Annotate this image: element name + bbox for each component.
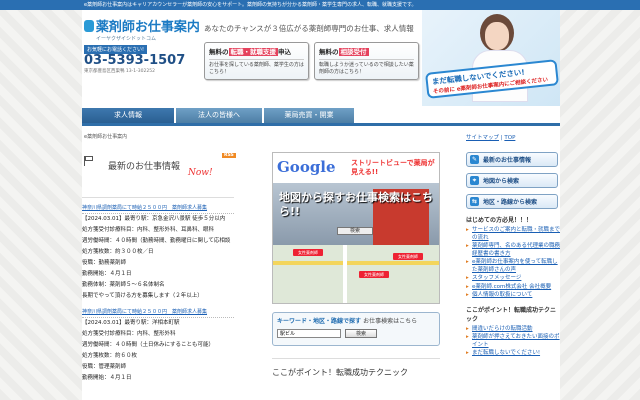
job-item: 神奈川県調剤薬局にて時給２５００円 薬剤師求人募集 【2024.03.01】最寄…	[82, 204, 234, 302]
job-detail: 勤務開始：４月１日	[82, 375, 132, 381]
tab-jobs[interactable]: 求人情報	[82, 108, 174, 123]
support-apply-desc: お仕事を探している薬剤師、薬学生の方はこちら！	[209, 59, 304, 76]
job-title-link[interactable]: 神奈川県調剤薬局にて時給２５００円 薬剤師求人募集	[82, 308, 234, 318]
consult-title: 無料の 相談受付	[319, 48, 369, 56]
sidebar: ✎ 最新のお仕事情報 ⌖ 地図から検索 ⇆ 地区・路線から検索 はじめての方必見！！！…	[466, 152, 560, 400]
consult-desc: 転職しようか迷っているので相談したい薬剤師の方はこちら！	[319, 59, 414, 76]
person-face	[485, 22, 509, 50]
map-road	[273, 261, 439, 265]
job-detail: 役職：管理薬剤師	[82, 364, 127, 370]
technique-links: 間違いだらけの転職活動 薬剤師が押さえておきたい面接のポイント まだ転職しないで…	[466, 326, 560, 358]
google-logo: Google	[277, 158, 336, 176]
job-detail: 【2024.03.01】最寄り駅：洋相本町駅	[82, 320, 180, 326]
decor-right	[560, 10, 640, 400]
job-detail: 処方箋枚数：約６０枚	[82, 353, 138, 359]
job-title-link[interactable]: 神奈川県調剤薬局にて時給２５００円 薬剤師求人募集	[82, 204, 234, 214]
first-time-heading: はじめての方必見！！！	[466, 217, 533, 224]
latest-jobs-title: 最新のお仕事情報	[108, 162, 181, 172]
job-detail: 処方箋受付診療科目：内科、整形外科、耳鼻科、眼科	[82, 227, 215, 233]
support-apply-banner[interactable]: 無料の 転職・就職支援 申込 お仕事を探している薬剤師、薬学生の方はこちら！	[204, 42, 309, 80]
hero-image: まだ転職しないでください! その前に e薬剤師お仕事案内にご相談ください	[422, 10, 560, 106]
sitemap-link[interactable]: サイトマップ	[466, 135, 499, 141]
job-detail: 長期でやって頂ける方を募集します（２年以上）	[82, 293, 203, 299]
map-pin[interactable]: 女性薬剤師	[359, 271, 389, 278]
now-badge: Now!	[188, 168, 213, 178]
logo-mark-icon	[84, 19, 94, 32]
job-detail: 勤務体制：薬剤師５～６名体制名	[82, 282, 165, 288]
top-link[interactable]: TOP	[504, 135, 515, 141]
job-detail: 役職：勤務薬剤師	[82, 260, 127, 266]
keyword-search-box: キーワード・地区・路線で探す お仕事検索はこちら 検索	[272, 312, 440, 346]
keyword-input[interactable]	[277, 329, 341, 338]
sidebar-link[interactable]: まだ転職しないでください!	[466, 350, 560, 358]
keyword-search-button[interactable]: 検索	[345, 329, 377, 338]
center-column: Google ストリートビューで薬局が見える!! 地図から探すお仕事検索はこちら…	[272, 152, 440, 400]
breadcrumb[interactable]: e薬剤師お仕事案内	[84, 133, 127, 140]
nav-underline	[82, 123, 560, 126]
sidebar-link[interactable]: 薬剤師専門、名のある代理業の職務経歴書の書き方	[466, 243, 560, 258]
map-icon: ⌖	[470, 176, 479, 185]
support-apply-title: 無料の 転職・就職支援 申込	[209, 48, 291, 56]
page: 薬剤師お仕事案内 イーヤクザイシドットコム お気軽にお電話ください! 03-53…	[82, 10, 560, 400]
flag-icon	[84, 156, 94, 166]
latest-jobs-header: 最新のお仕事情報 Now! RSS	[82, 150, 236, 198]
logo[interactable]: 薬剤師お仕事案内 イーヤクザイシドットコム お気軽にお電話ください! 03-53…	[84, 16, 202, 74]
tab-corporate[interactable]: 法人の皆様へ	[176, 108, 262, 123]
latest-jobs: 最新のお仕事情報 Now! RSS 神奈川県調剤薬局にて時給２５００円 薬剤師求…	[82, 150, 236, 400]
consult-banner[interactable]: 無料の 相談受付 転職しようか迷っているので相談したい薬剤師の方はこちら！	[314, 42, 419, 80]
sidebar-map-search-button[interactable]: ⌖ 地図から検索	[466, 173, 558, 188]
logo-name: 薬剤師お仕事案内	[95, 20, 200, 35]
top-links: サイトマップ | TOP	[466, 135, 516, 141]
job-detail: 週労働時間：４０時間（勤務時間、勤務曜日に関して応相談	[82, 238, 231, 244]
sidebar-link[interactable]: e薬剤師.com株式会社 会社概要	[466, 284, 560, 292]
main-nav: 求人情報 法人の皆様へ 薬局売買・開業	[82, 108, 422, 123]
job-item: 神奈川県調剤薬局にて時給２５００円 薬剤師求人募集 【2024.03.01】最寄…	[82, 308, 234, 384]
topbar-text: e薬剤師お仕事案内はキャリアカウンセラーが薬剤師の安心をサポート。薬剤師の気持ち…	[84, 2, 417, 8]
sidebar-link[interactable]: 間違いだらけの転職活動	[466, 326, 560, 334]
sidebar-latest-jobs-button[interactable]: ✎ 最新のお仕事情報	[466, 152, 558, 167]
decor-left	[0, 10, 82, 400]
sidebar-link[interactable]: 薬剤師が押さえておきたい面接のポイント	[466, 334, 560, 349]
topbar: e薬剤師お仕事案内はキャリアカウンセラーが薬剤師の安心をサポート。薬剤師の気持ち…	[0, 0, 640, 10]
tab-pharmacy-trade[interactable]: 薬局売買・開業	[264, 108, 354, 123]
sidebar-link[interactable]: e薬剤師お仕事案内を使って転職した薬剤師さんの声	[466, 259, 560, 274]
job-detail: 処方箋受付診療科目：内科、整形外科	[82, 331, 176, 337]
address: 東京都豊島区西巣鴨 13-1-302252	[84, 69, 155, 74]
job-detail: 勤務開始：４月１日	[82, 271, 132, 277]
point-heading: ここがポイント！転職成功テクニック	[272, 358, 440, 378]
book-icon: ✎	[470, 155, 479, 164]
sidebar-area-route-button[interactable]: ⇆ 地区・路線から検索	[466, 194, 558, 209]
map-search-button[interactable]: 検索	[337, 227, 373, 235]
job-detail: 週労働時間：４０時間（土日休みにすることも可能）	[82, 342, 215, 348]
sidebar-link[interactable]: 個人情報の取扱について	[466, 292, 560, 300]
map-pin[interactable]: 女性薬剤師	[293, 249, 323, 256]
sidebar-link[interactable]: スタッフメッセージ	[466, 275, 560, 283]
tagline: あなたのチャンスが３倍広がる薬剤師専門のお仕事、求人情報	[204, 24, 414, 33]
train-icon: ⇆	[470, 197, 479, 206]
map-search-banner[interactable]: Google ストリートビューで薬局が見える!! 地図から探すお仕事検索はこちら…	[272, 152, 440, 304]
rss-icon[interactable]: RSS	[222, 153, 236, 158]
streetview-text: ストリートビューで薬局が見える!!	[351, 159, 435, 176]
map-road	[343, 245, 347, 303]
phone-number: 03-5393-1507	[84, 53, 186, 68]
map-pin[interactable]: 女性薬剤師	[393, 253, 423, 260]
first-time-links: サービスのご案内と転職・就職までの流れ 薬剤師専門、名のある代理業の職務経歴書の…	[466, 227, 560, 300]
job-detail: 【2024.03.01】最寄り駅：京急金沢八景駅 徒歩５分以内	[82, 216, 226, 222]
logo-sub: イーヤクザイシドットコム	[96, 36, 157, 42]
sidebar-link[interactable]: サービスのご案内と転職・就職までの流れ	[466, 227, 560, 242]
keyword-search-title: キーワード・地区・路線で探す お仕事検索はこちら	[277, 318, 418, 325]
job-detail: 処方箋枚数：約３００枚／日	[82, 249, 154, 255]
sidebar-point-heading: ここがポイント！転職成功テクニック	[466, 306, 557, 323]
map-search-text: 地図から探すお仕事検索はこちら!!	[279, 191, 433, 218]
